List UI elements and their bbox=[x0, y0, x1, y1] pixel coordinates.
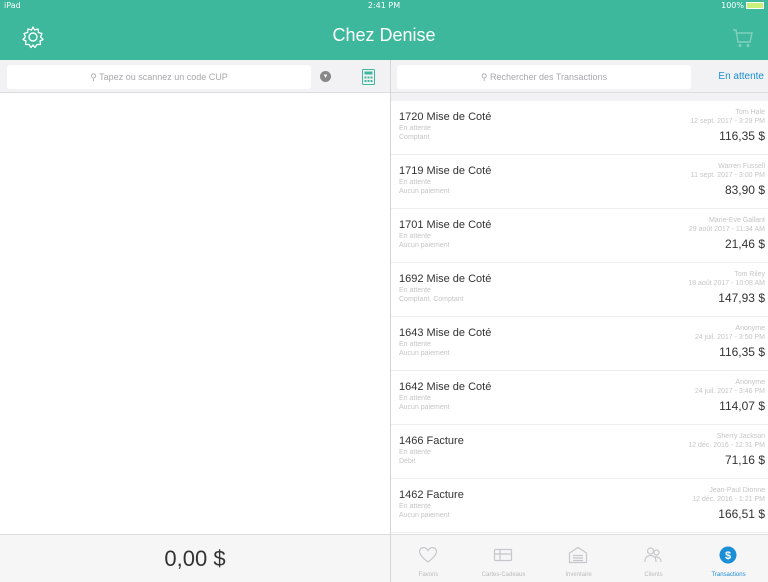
transaction-customer: Tom Hale bbox=[735, 109, 765, 116]
transaction-title: 1701 Mise de Coté bbox=[399, 219, 492, 231]
transaction-title: 1692 Mise de Coté bbox=[399, 273, 492, 285]
status-battery: 100% bbox=[721, 1, 764, 10]
heart-icon bbox=[418, 546, 438, 563]
transaction-status: En attente bbox=[399, 503, 431, 510]
list-item[interactable]: 1466 Facture En attente Débit Sherry Jac… bbox=[391, 425, 768, 479]
transaction-date: 11 sept. 2017 - 3:00 PM bbox=[690, 172, 765, 179]
transaction-date: 18 août 2017 - 10:08 AM bbox=[688, 280, 765, 287]
transaction-customer: Marie-Eve Gallant bbox=[708, 217, 765, 224]
chevron-down-icon: ▾ bbox=[323, 73, 328, 80]
tab-label: Transactions bbox=[711, 572, 746, 578]
transaction-title: 1720 Mise de Coté bbox=[399, 111, 492, 123]
transaction-date: 12 déc. 2016 - 12:31 PM bbox=[688, 442, 765, 449]
transaction-payment: Aucun paiement bbox=[399, 188, 450, 195]
transaction-date: 29 août 2017 - 11:34 AM bbox=[688, 226, 765, 233]
clients-icon bbox=[644, 547, 662, 563]
transaction-status: En attente bbox=[399, 287, 431, 294]
cart-total[interactable]: 0,00 $ bbox=[0, 534, 390, 582]
cart-button[interactable] bbox=[732, 27, 754, 49]
transactions-icon: $ bbox=[719, 546, 737, 564]
transaction-amount: 116,35 $ bbox=[719, 129, 765, 143]
calculator-button[interactable] bbox=[362, 69, 375, 85]
inventory-icon bbox=[568, 546, 588, 564]
transaction-payment: Aucun paiement bbox=[399, 512, 450, 519]
transaction-amount: 114,07 $ bbox=[719, 399, 765, 413]
tab-label: Cartes-Cadeaux bbox=[481, 572, 526, 578]
search-icon: ⚲ bbox=[480, 72, 491, 82]
transaction-payment: Aucun paiement bbox=[399, 350, 450, 357]
transaction-status: En attente bbox=[399, 125, 431, 132]
list-item[interactable]: 1643 Mise de Coté En attente Aucun paiem… bbox=[391, 317, 768, 371]
cart-panel bbox=[0, 93, 390, 534]
transaction-amount: 21,46 $ bbox=[724, 237, 765, 251]
scan-bar: ⚲ Tapez ou scannez un code CUP ▾ bbox=[0, 60, 390, 93]
transaction-payment: Aucun paiement bbox=[399, 242, 450, 249]
transaction-title: 1719 Mise de Coté bbox=[399, 165, 492, 177]
clear-button[interactable]: ▾ bbox=[320, 71, 331, 82]
app-header: iPad 2:41 PM 100% Chez Denise bbox=[0, 0, 768, 60]
transaction-date: 24 juil. 2017 - 3:50 PM bbox=[694, 334, 765, 341]
filter-pending-button[interactable]: En attente bbox=[718, 60, 764, 93]
list-item[interactable]: 1642 Mise de Coté En attente Aucun paiem… bbox=[391, 371, 768, 425]
tab-label: Clients bbox=[644, 572, 663, 578]
transaction-date: 12 déc. 2016 - 1:21 PM bbox=[692, 496, 765, 503]
battery-icon bbox=[746, 2, 764, 9]
battery-label: 100% bbox=[721, 1, 744, 10]
transaction-amount: 83,90 $ bbox=[724, 183, 765, 197]
transaction-title: 1462 Facture bbox=[399, 489, 464, 501]
transaction-customer: Warren Fussell bbox=[718, 163, 765, 170]
transaction-title: 1642 Mise de Coté bbox=[399, 381, 492, 393]
transaction-customer: Anonyme bbox=[735, 325, 765, 332]
transaction-status: En attente bbox=[399, 233, 431, 240]
list-item[interactable]: 1720 Mise de Coté En attente Comptant To… bbox=[391, 101, 768, 155]
transaction-customer: Anonyme bbox=[735, 379, 765, 386]
transaction-amount: 116,35 $ bbox=[719, 345, 765, 359]
transaction-customer: Sherry Jackson bbox=[716, 433, 765, 440]
list-item[interactable]: 1692 Mise de Coté En attente Comptant, C… bbox=[391, 263, 768, 317]
transaction-search-bar: ⚲ Rechercher des Transactions En attente bbox=[391, 60, 768, 93]
transaction-payment: Comptant bbox=[399, 134, 430, 141]
transaction-customer: Jean-Paul Dionne bbox=[709, 487, 765, 494]
transaction-title: 1643 Mise de Coté bbox=[399, 327, 492, 339]
tab-transactions[interactable]: $ Transactions bbox=[691, 535, 766, 582]
list-item[interactable]: 1462 Facture En attente Aucun paiement J… bbox=[391, 479, 768, 533]
transaction-status: En attente bbox=[399, 449, 431, 456]
transaction-date: 24 juil. 2017 - 3:46 PM bbox=[694, 388, 765, 395]
transaction-payment: Comptant, Comptant bbox=[399, 296, 464, 303]
transaction-amount: 147,93 $ bbox=[718, 291, 765, 305]
tab-inventaire[interactable]: Inventaire bbox=[541, 535, 616, 582]
transaction-title: 1466 Facture bbox=[399, 435, 464, 447]
transaction-status: En attente bbox=[399, 341, 431, 348]
transaction-amount: 71,16 $ bbox=[724, 453, 765, 467]
cart-icon bbox=[733, 29, 753, 47]
transaction-status: En attente bbox=[399, 179, 431, 186]
transaction-search-input[interactable]: ⚲ Rechercher des Transactions bbox=[397, 65, 691, 89]
list-item[interactable]: 1719 Mise de Coté En attente Aucun paiem… bbox=[391, 155, 768, 209]
transaction-payment: Aucun paiement bbox=[399, 404, 450, 411]
status-time: 2:41 PM bbox=[367, 1, 401, 10]
transaction-search-placeholder: Rechercher des Transactions bbox=[490, 72, 608, 82]
svg-text:$: $ bbox=[725, 550, 731, 562]
tab-clients[interactable]: Clients bbox=[616, 535, 691, 582]
scan-placeholder: Tapez ou scannez un code CUP bbox=[99, 72, 228, 82]
list-item[interactable]: 1701 Mise de Coté En attente Aucun paiem… bbox=[391, 209, 768, 263]
tab-bar: Favoris Cartes-Cadeaux Inventaire Client… bbox=[391, 534, 768, 582]
transaction-status: En attente bbox=[399, 395, 431, 402]
transaction-amount: 166,51 $ bbox=[718, 507, 765, 521]
transaction-date: 12 sept. 2017 - 3:29 PM bbox=[690, 118, 765, 125]
transaction-list: 1720 Mise de Coté En attente Comptant To… bbox=[391, 101, 768, 534]
transaction-payment: Débit bbox=[399, 458, 416, 465]
tab-label: Inventaire bbox=[565, 572, 592, 578]
tab-label: Favoris bbox=[418, 572, 439, 578]
scan-input[interactable]: ⚲ Tapez ou scannez un code CUP bbox=[7, 65, 311, 89]
calculator-icon bbox=[362, 69, 375, 85]
tab-cartes-cadeaux[interactable]: Cartes-Cadeaux bbox=[466, 535, 541, 582]
tab-favoris[interactable]: Favoris bbox=[391, 535, 466, 582]
transaction-customer: Tom Riley bbox=[734, 271, 765, 278]
search-icon: ⚲ bbox=[90, 72, 100, 82]
page-title: Chez Denise bbox=[332, 25, 436, 45]
gift-card-icon bbox=[493, 548, 513, 562]
